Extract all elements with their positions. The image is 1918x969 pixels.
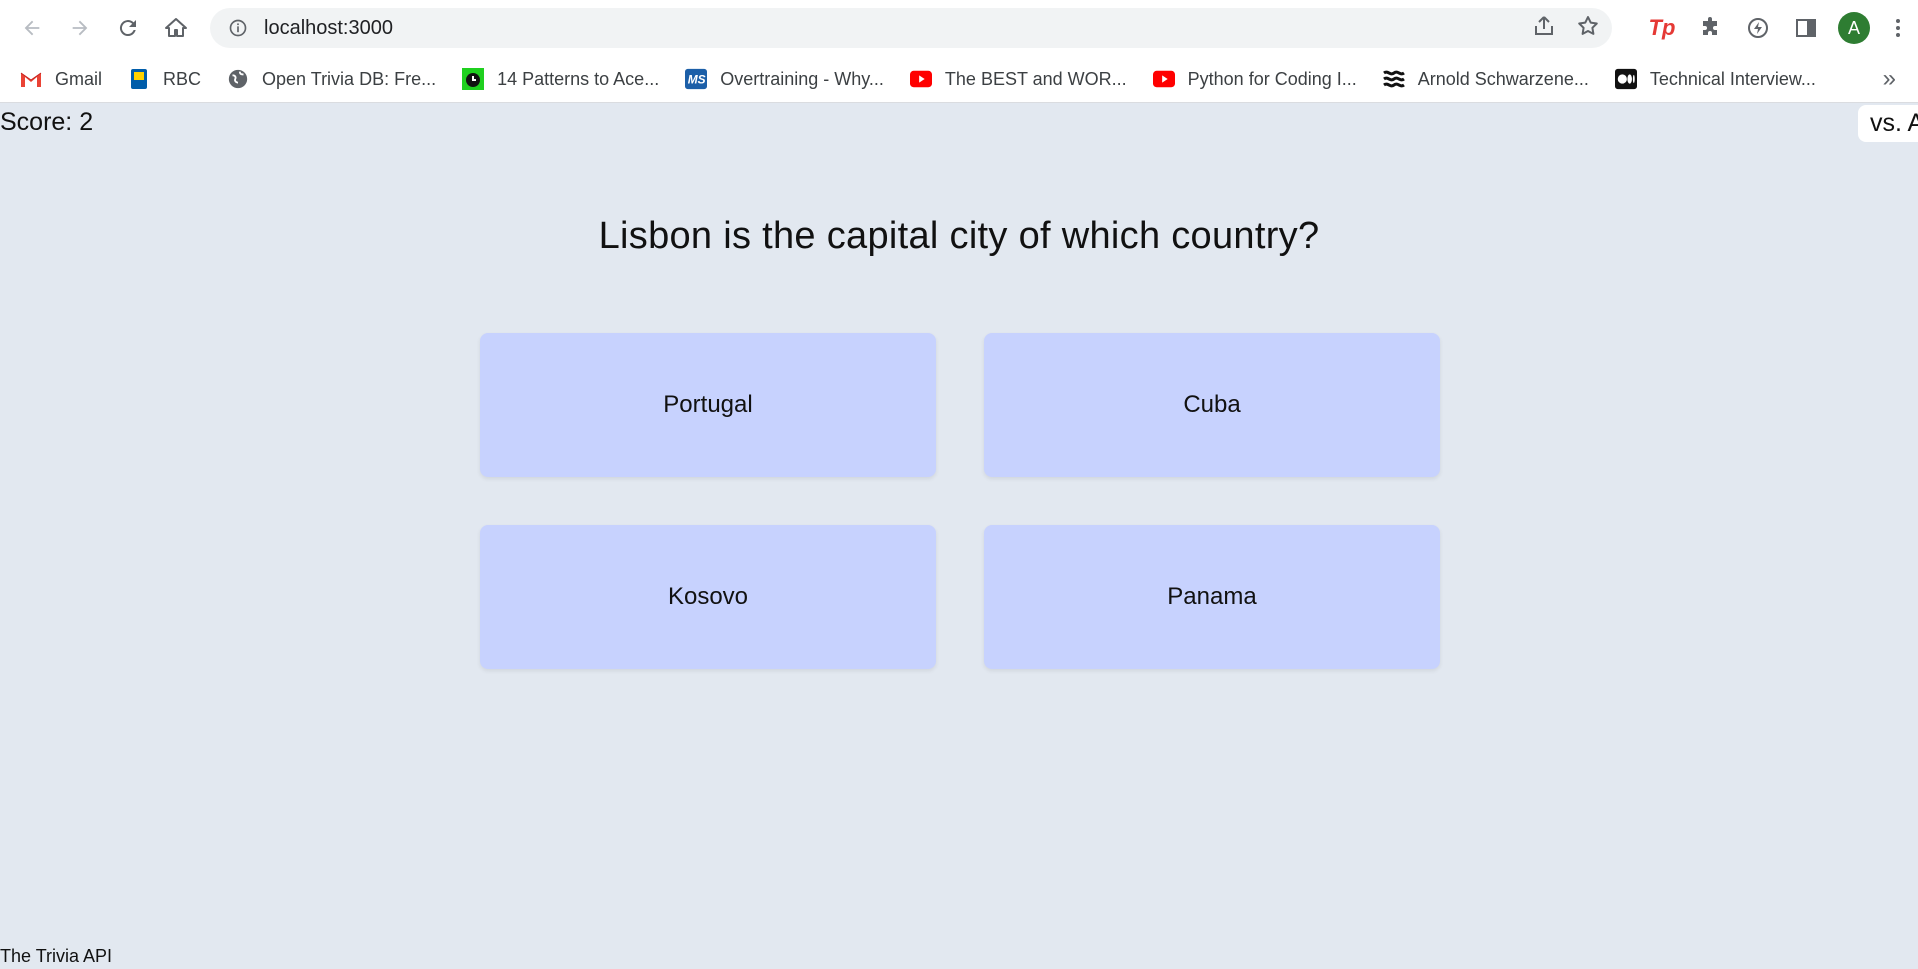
home-button[interactable]	[152, 0, 200, 56]
chrome-menu-button[interactable]	[1878, 0, 1918, 56]
bookmarks-bar: Gmail RBC Open Trivia DB: Fre... 14 Patt…	[0, 56, 1918, 103]
avatar: A	[1838, 12, 1870, 44]
bookmark-label: Overtraining - Why...	[720, 68, 884, 89]
address-bar[interactable]: localhost:3000	[210, 8, 1612, 48]
arrow-right-icon	[72, 20, 88, 36]
bookmark-best-and-worst[interactable]: The BEST and WOR...	[909, 56, 1127, 102]
bookmark-label: Open Trivia DB: Fre...	[262, 68, 437, 89]
globe-icon	[227, 68, 249, 90]
share-icon[interactable]	[1532, 14, 1556, 43]
side-panel-icon[interactable]	[1782, 0, 1830, 56]
forward-button[interactable]	[56, 0, 104, 56]
question-text: Lisbon is the capital city of which coun…	[598, 215, 1320, 257]
bookmarks-overflow-button[interactable]: »	[1883, 56, 1896, 102]
clock-icon	[462, 68, 485, 90]
answer-option-4[interactable]: Panama	[984, 525, 1440, 669]
site-info-icon[interactable]	[226, 16, 250, 40]
bookmark-arnold[interactable]: Arnold Schwarzene...	[1382, 56, 1589, 102]
bookmark-star-icon[interactable]	[1576, 14, 1600, 43]
browser-toolbar: localhost:3000 Tp A	[0, 0, 1918, 56]
bookmark-label: Gmail	[55, 68, 103, 89]
performance-bolt-icon[interactable]	[1734, 0, 1782, 56]
bookmark-overtraining[interactable]: MS Overtraining - Why...	[685, 56, 884, 102]
reload-button[interactable]	[104, 0, 152, 56]
rbc-icon	[128, 68, 150, 90]
bookmark-14-patterns[interactable]: 14 Patterns to Ace...	[462, 56, 659, 102]
bookmark-python-for-coding[interactable]: Python for Coding I...	[1152, 56, 1357, 102]
bookmark-label: Python for Coding I...	[1187, 68, 1357, 89]
answer-option-3[interactable]: Kosovo	[480, 525, 936, 669]
extensions-puzzle-icon[interactable]	[1686, 0, 1734, 56]
bookmark-label: 14 Patterns to Ace...	[497, 68, 660, 89]
vs-ai-label: vs. AI	[1870, 109, 1918, 137]
svg-text:MS: MS	[688, 73, 706, 87]
answer-option-1[interactable]: Portugal	[480, 333, 936, 477]
youtube-icon	[909, 68, 932, 90]
score-display: Score: 2	[0, 108, 94, 136]
url-text[interactable]: localhost:3000	[264, 17, 393, 40]
back-button[interactable]	[8, 0, 56, 56]
bookmark-label: The BEST and WOR...	[944, 68, 1127, 89]
bookmark-rbc[interactable]: RBC	[128, 56, 201, 102]
reload-icon	[119, 20, 136, 37]
attribution-text: The Trivia API	[0, 946, 113, 966]
extensions-area: Tp A	[1638, 0, 1918, 56]
bookmark-technical-interview[interactable]: Technical Interview...	[1614, 56, 1816, 102]
bookmark-label: Technical Interview...	[1649, 68, 1816, 89]
medium-icon	[1614, 68, 1637, 90]
gmail-icon	[20, 68, 42, 90]
vs-ai-button[interactable]: vs. AI	[1858, 105, 1918, 142]
bookmark-gmail[interactable]: Gmail	[20, 56, 102, 102]
bookmark-label: Arnold Schwarzene...	[1417, 68, 1589, 89]
trivia-app: Score: 2 vs. AI Lisbon is the capital ci…	[0, 103, 1918, 969]
tp-extension-icon[interactable]: Tp	[1638, 0, 1686, 56]
ms-icon: MS	[685, 68, 708, 90]
answer-option-2[interactable]: Cuba	[984, 333, 1440, 477]
waves-icon	[1382, 68, 1405, 90]
home-icon	[165, 18, 187, 37]
arrow-left-icon	[24, 20, 40, 36]
profile-button[interactable]: A	[1830, 0, 1878, 56]
youtube-icon	[1152, 68, 1175, 90]
bookmark-label: RBC	[163, 68, 202, 89]
bookmark-open-trivia-db[interactable]: Open Trivia DB: Fre...	[227, 56, 436, 102]
more-vertical-icon	[1896, 19, 1900, 37]
